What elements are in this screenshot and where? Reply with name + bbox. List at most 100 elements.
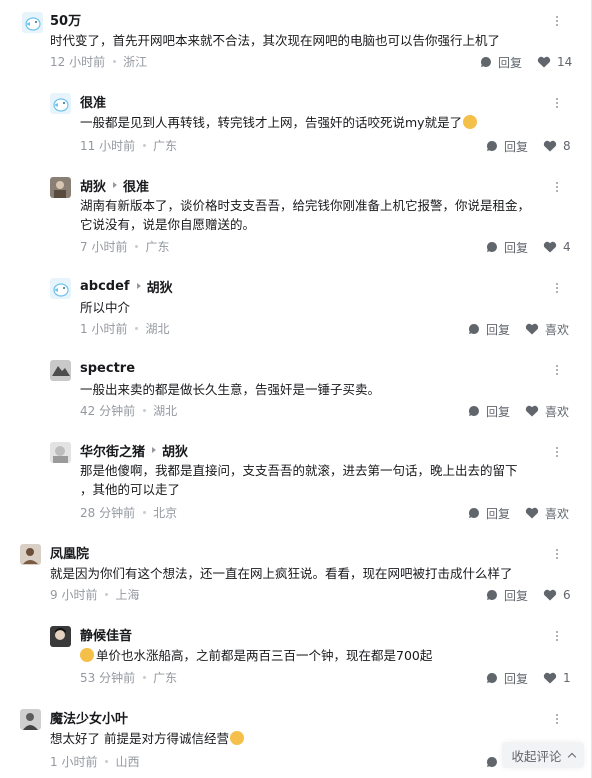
comment-location: 北京 [153,506,178,520]
crying-face-emoji-icon [80,648,94,662]
reply-button[interactable]: 回复 [480,54,522,70]
photo-avatar-icon [20,709,41,730]
comment-time: 42 分钟前 [80,404,136,418]
reply-button[interactable]: 回复 [486,239,528,255]
more-options-icon[interactable] [551,180,563,194]
comment-meta: 9 小时前 上海 [50,587,139,603]
reply-button[interactable]: 回复 [468,321,510,337]
user-avatar[interactable] [50,278,71,299]
more-options-icon[interactable] [551,363,563,377]
like-button[interactable]: 喜欢 [525,505,569,521]
more-options-icon[interactable] [551,14,563,28]
comment-text: 想太好了 前提是对方得诚信经营 [50,729,244,748]
like-button[interactable]: 1 [543,670,571,686]
user-avatar[interactable] [20,709,41,730]
reply-bubble-icon [486,241,497,252]
comment-meta: 1 小时前 湖北 [80,321,169,337]
collapse-comments-label: 收起评论 [511,748,562,764]
photo-avatar-icon [50,360,71,381]
reply-button[interactable]: 回复 [468,403,510,419]
user-avatar[interactable] [50,626,71,647]
like-button[interactable]: 喜欢 [525,403,569,419]
reply-to-arrow-icon [152,447,157,453]
heart-icon [525,507,539,519]
user-avatar[interactable] [50,93,71,114]
comment-thread: 50万 时代变了，首先开网吧本来就不合法，其次现在网吧的电脑也可以告你强行上机了… [0,0,592,778]
comment-text: 所以中介 [80,300,131,315]
username[interactable]: spectre [80,361,135,376]
bird-avatar-icon [22,12,43,33]
comment-meta: 53 分钟前 广东 [80,670,177,686]
comment-location: 广东 [153,139,178,153]
reply-bubble-icon [480,56,491,67]
like-button[interactable]: 8 [543,138,571,154]
comment-meta: 28 分钟前 北京 [80,505,177,521]
like-button[interactable]: 6 [543,587,571,603]
heart-icon [543,140,557,152]
comment-meta: 42 分钟前 湖北 [80,403,177,419]
reply-bubble-icon [468,507,479,518]
like-button[interactable]: 14 [537,54,572,70]
reply-target-username[interactable]: 胡狄 [147,277,173,296]
collapse-comments-button[interactable]: 收起评论 [502,742,584,768]
username[interactable]: abcdef [80,279,130,294]
more-options-icon[interactable] [551,445,563,459]
comment-time: 9 小时前 [50,588,98,602]
more-options-icon[interactable] [551,629,563,643]
username[interactable]: 50万 [50,10,81,29]
username[interactable]: 静候佳音 [80,625,132,644]
user-avatar[interactable] [50,177,71,198]
user-avatar[interactable] [50,360,71,381]
comment-time: 1 小时前 [80,322,128,336]
comment-meta: 7 小时前 广东 [80,239,169,255]
heart-icon [525,405,539,417]
comment-location: 湖北 [145,322,170,336]
username[interactable]: 凤凰院 [50,543,89,562]
photo-avatar-icon [50,626,71,647]
username[interactable]: 很准 [80,92,106,111]
reply-bubble-icon [486,756,497,767]
photo-avatar-icon [50,177,71,198]
reply-bubble-icon [486,672,497,683]
username[interactable]: 华尔街之猪 [80,441,145,460]
reply-button[interactable]: 回复 [486,138,528,154]
heart-icon [543,589,557,601]
more-options-icon[interactable] [551,281,563,295]
user-avatar[interactable] [20,544,41,565]
comment-location: 广东 [145,240,170,254]
reply-target-username[interactable]: 胡狄 [162,441,188,460]
cat-face-emoji-icon [463,115,478,129]
user-avatar[interactable] [50,442,71,463]
heart-icon [543,241,557,253]
comment-time: 53 分钟前 [80,671,136,685]
comment-text: 湖南有新版本了，谈价格时支支吾吾，给完钱你刚准备上机它报警，你说是租金， 它说没有… [80,198,531,232]
user-avatar[interactable] [22,12,43,33]
comment-time: 12 小时前 [50,55,106,69]
bird-avatar-icon [50,278,71,299]
more-options-icon[interactable] [551,96,563,110]
like-button[interactable]: 4 [543,239,571,255]
photo-avatar-icon [50,442,71,463]
comment-time: 1 小时前 [50,755,98,769]
more-options-icon[interactable] [551,712,563,726]
like-button[interactable]: 喜欢 [525,321,569,337]
reply-button[interactable]: 回复 [486,670,528,686]
reply-target-username[interactable]: 很准 [123,176,149,195]
reply-button[interactable]: 回复 [486,587,528,603]
comment-text: 那是他傻啊，我都是直接问，支支吾吾的就滚，进去第一句话，晚上出去的留下 ，其他的可… [80,463,518,497]
comment-text: 一般都是见到人再转钱，转完钱才上网，告强奸的话咬死说my就是了 [80,113,478,132]
comment-location: 山西 [115,755,140,769]
comment-text: 时代变了，首先开网吧本来就不合法，其次现在网吧的电脑也可以告你强行上机了 [50,33,501,48]
more-options-icon[interactable] [551,547,563,561]
comment-text: 就是因为你们有这个想法，还一直在网上疯狂说。看看，现在网吧被打击成什么样了 [50,566,513,581]
heart-icon [537,56,551,68]
comment-time: 7 小时前 [80,240,128,254]
comment-location: 广东 [153,671,178,685]
username[interactable]: 胡狄 [80,176,106,195]
comment-meta: 1 小时前 山西 [50,754,139,770]
comment-text: 一般出来卖的都是做长久生意，告强奸是一锤子买卖。 [80,382,381,397]
username[interactable]: 魔法少女小叶 [50,708,128,727]
comment-text: 单价也水涨船高，之前都是两百三百一个钟，现在都是700起 [80,646,432,665]
reply-button[interactable]: 回复 [468,505,510,521]
reply-bubble-icon [486,140,497,151]
